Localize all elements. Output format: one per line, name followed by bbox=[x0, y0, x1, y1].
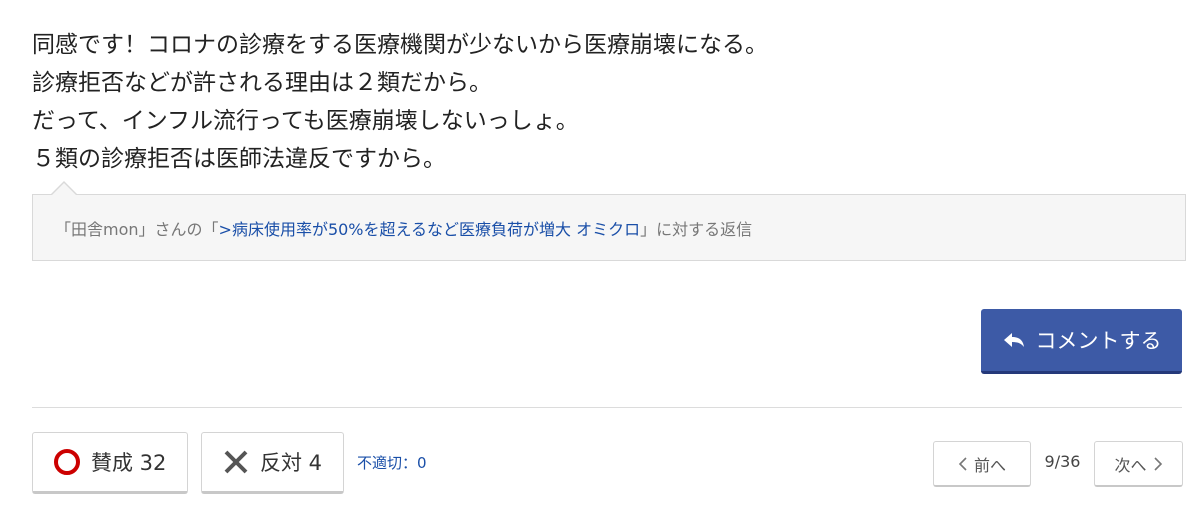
cross-icon bbox=[224, 450, 248, 474]
comment-line: ５類の診療拒否は医師法違反ですから。 bbox=[32, 146, 446, 172]
circle-icon bbox=[54, 449, 80, 475]
comment-line: 診療拒否などが許される理由は２類だから。 bbox=[32, 70, 492, 96]
disagree-label: 反対 4 bbox=[260, 451, 323, 475]
comment-body: 同感です！コロナの診療をする医療機関が少ないから医療崩壊になる。 診療拒否などが… bbox=[32, 26, 1172, 178]
reply-suffix: 」に対する返信 bbox=[640, 219, 753, 239]
divider bbox=[32, 407, 1182, 408]
comment-line: 同感です！コロナの診療をする医療機関が少ないから医療崩壊になる。 bbox=[32, 32, 768, 58]
reply-prefix: 「田舎mon」さんの「 bbox=[55, 219, 219, 239]
prev-page-label: 前へ bbox=[973, 455, 1006, 475]
comment-button[interactable]: コメントする bbox=[981, 309, 1182, 374]
comment-line: だって、インフル流行っても医療崩壊しないっしょ。 bbox=[32, 108, 579, 134]
reply-arrow-icon bbox=[1003, 333, 1024, 347]
chevron-right-icon bbox=[1153, 456, 1162, 471]
report-link[interactable]: 不適切：0 bbox=[357, 452, 427, 473]
reply-context: 「田舎mon」さんの「 >病床使用率が50%を超えるなど医療負荷が増大 オミクロ」… bbox=[32, 194, 1186, 261]
agree-label: 賛成 32 bbox=[91, 451, 167, 475]
next-page-label: 次へ bbox=[1114, 455, 1147, 475]
chevron-left-icon bbox=[958, 456, 967, 471]
next-page-button[interactable]: 次へ bbox=[1094, 441, 1183, 487]
comment-button-label: コメントする bbox=[1035, 329, 1162, 353]
disagree-button[interactable]: 反対 4 bbox=[201, 432, 344, 494]
reply-parent-link[interactable]: >病床使用率が50%を超えるなど医療負荷が増大 オミクロ bbox=[219, 216, 641, 240]
agree-button[interactable]: 賛成 32 bbox=[32, 432, 188, 494]
reply-pointer-fill bbox=[51, 183, 77, 196]
prev-page-button[interactable]: 前へ bbox=[933, 441, 1031, 487]
page-indicator: 9/36 bbox=[1044, 452, 1081, 471]
